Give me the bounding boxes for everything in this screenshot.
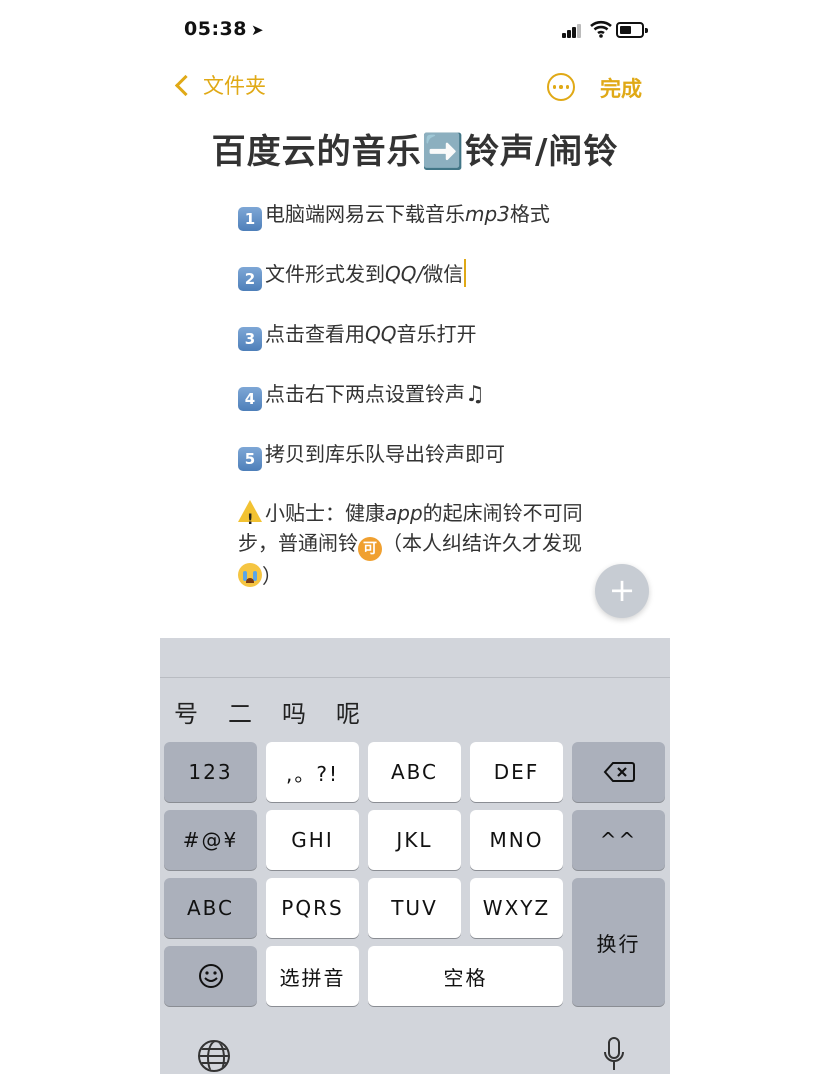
chevron-left-icon bbox=[174, 74, 197, 96]
newline-key[interactable]: 换行 bbox=[572, 878, 665, 1006]
tuv-key[interactable]: TUV bbox=[368, 878, 461, 938]
music-note-icon: ♫ bbox=[465, 382, 485, 407]
more-options-button[interactable] bbox=[547, 73, 575, 101]
space-key[interactable]: 空格 bbox=[368, 946, 563, 1006]
keyboard-toolbar bbox=[160, 638, 670, 678]
emoji-key[interactable] bbox=[164, 946, 257, 1006]
crying-face-icon bbox=[238, 563, 262, 587]
location-arrow-icon: ➤ bbox=[250, 21, 265, 39]
done-button[interactable]: 完成 bbox=[600, 73, 642, 103]
keycap-4-icon: 4 bbox=[238, 387, 262, 411]
def-key[interactable]: DEF bbox=[470, 742, 563, 802]
mno-key[interactable]: MNO bbox=[470, 810, 563, 870]
ghi-key[interactable]: GHI bbox=[266, 810, 359, 870]
add-button[interactable]: + bbox=[595, 564, 649, 618]
battery-icon bbox=[616, 22, 648, 38]
back-button[interactable]: 文件夹 bbox=[172, 70, 266, 100]
candidate-word[interactable]: 吗 bbox=[282, 694, 306, 729]
text-cursor bbox=[464, 259, 467, 287]
candidate-word[interactable]: 号 bbox=[174, 694, 198, 729]
ellipsis-icon bbox=[552, 85, 557, 89]
globe-icon[interactable] bbox=[198, 1040, 230, 1072]
keycap-3-icon: 3 bbox=[238, 327, 262, 351]
step-line-2[interactable]: 2 文件形式发到QQ/微信 bbox=[238, 258, 618, 318]
candidate-word[interactable]: 呢 bbox=[336, 694, 360, 729]
candidate-bar: 号 二 吗 呢 bbox=[174, 694, 360, 729]
step-line-4[interactable]: 4 点击右下两点设置铃声♫ bbox=[238, 378, 618, 438]
wxyz-key[interactable]: WXYZ bbox=[470, 878, 563, 938]
numbers-key[interactable]: 123 bbox=[164, 742, 257, 802]
emoticon-key[interactable]: ^^ bbox=[572, 810, 665, 870]
microphone-icon[interactable] bbox=[602, 1036, 626, 1074]
delete-key[interactable] bbox=[572, 742, 665, 802]
keycap-5-icon: 5 bbox=[238, 447, 262, 471]
symbols-key[interactable]: #@¥ bbox=[164, 810, 257, 870]
step-line-5[interactable]: 5 拷贝到库乐队导出铃声即可 bbox=[238, 438, 618, 498]
cellular-signal-icon bbox=[562, 24, 582, 38]
punctuation-key[interactable]: ,。?! bbox=[266, 742, 359, 802]
candidate-word[interactable]: 二 bbox=[228, 694, 252, 729]
back-label: 文件夹 bbox=[203, 74, 266, 98]
ke-emoji-icon: 可 bbox=[358, 537, 382, 561]
step-line-3[interactable]: 3 点击查看用QQ音乐打开 bbox=[238, 318, 618, 378]
pinyin-key[interactable]: 选拼音 bbox=[266, 946, 359, 1006]
keyboard: 号 二 吗 呢 123 ,。?! ABC DEF #@¥ GHI JKL MNO… bbox=[160, 638, 670, 1074]
keycap-1-icon: 1 bbox=[238, 207, 262, 231]
abc-key[interactable]: ABC bbox=[368, 742, 461, 802]
note-body[interactable]: 1 电脑端网易云下载音乐mp3格式 2 文件形式发到QQ/微信 3 点击查看用QQ音乐… bbox=[238, 198, 618, 591]
keycap-2-icon: 2 bbox=[238, 267, 262, 291]
jkl-key[interactable]: JKL bbox=[368, 810, 461, 870]
warning-icon bbox=[238, 500, 262, 535]
step-line-1[interactable]: 1 电脑端网易云下载音乐mp3格式 bbox=[238, 198, 618, 258]
tip-paragraph[interactable]: 小贴士：健康app的起床闹铃不可同步，普通闹铃可（本人纠结许久才发现） bbox=[238, 498, 613, 591]
status-time: 05:38 ➤ bbox=[184, 18, 265, 40]
wifi-icon bbox=[590, 20, 612, 38]
backspace-icon bbox=[603, 762, 635, 782]
abc-mode-key[interactable]: ABC bbox=[164, 878, 257, 938]
note-title[interactable]: 百度云的音乐➡️铃声/闹铃 bbox=[160, 124, 670, 173]
smiley-icon bbox=[198, 964, 223, 988]
pqrs-key[interactable]: PQRS bbox=[266, 878, 359, 938]
